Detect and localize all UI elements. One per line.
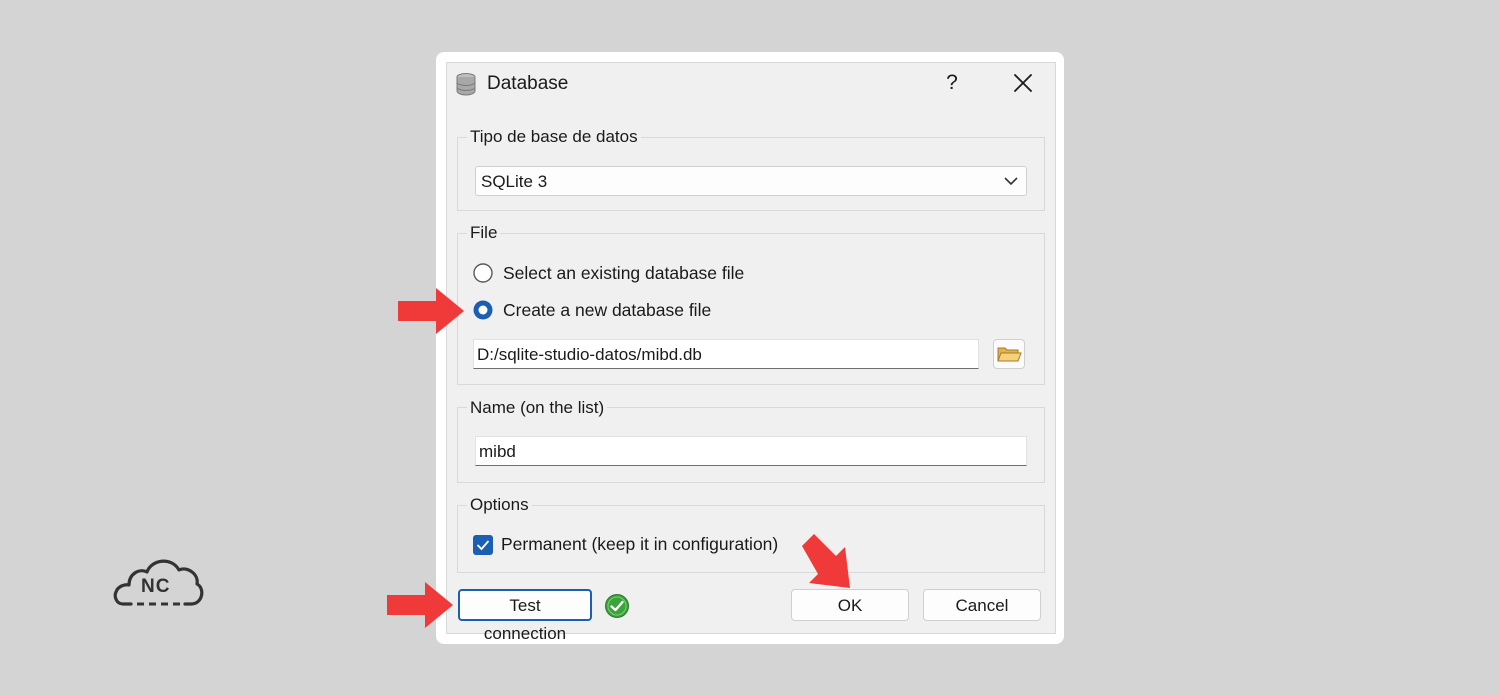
- database-dialog: Database ? Tipo de base de datos SQLite …: [446, 62, 1056, 643]
- permanent-label: Permanent (keep it in configuration): [501, 534, 779, 554]
- options-group-label: Options: [467, 495, 532, 515]
- database-icon: [456, 73, 476, 96]
- radio-checked-icon: [473, 300, 493, 320]
- name-group-label: Name (on the list): [467, 398, 608, 418]
- annotation-arrow-down-right: [802, 534, 850, 588]
- radio-unchecked-icon: [473, 263, 493, 283]
- title-bar: Database ?: [447, 63, 1055, 105]
- permanent-checkbox[interactable]: Permanent (keep it in configuration): [473, 533, 803, 559]
- radio-existing-file[interactable]: Select an existing database file: [473, 261, 803, 287]
- db-type-value: SQLite 3: [481, 172, 548, 191]
- help-button[interactable]: ?: [943, 69, 961, 97]
- file-group-label: File: [467, 223, 501, 243]
- name-value: mibd: [479, 442, 516, 461]
- file-path-input[interactable]: D:/sqlite-studio-datos/mibd.db: [473, 339, 979, 369]
- annotation-arrow-right: [398, 288, 464, 334]
- test-connection-button[interactable]: Test connection: [458, 589, 592, 643]
- radio-new-file[interactable]: Create a new database file: [473, 298, 803, 324]
- db-type-group-label: Tipo de base de datos: [467, 127, 641, 147]
- window-title: Database: [487, 73, 569, 94]
- checkmark-icon: [476, 540, 490, 551]
- logo-text: NC: [141, 576, 171, 597]
- checkbox-checked: [473, 535, 493, 555]
- folder-icon: [997, 347, 1022, 362]
- name-input[interactable]: mibd: [475, 436, 1027, 466]
- browse-folder-button[interactable]: [993, 339, 1025, 369]
- success-check-icon: [605, 594, 629, 618]
- cancel-button[interactable]: Cancel: [923, 589, 1041, 621]
- file-path-value: D:/sqlite-studio-datos/mibd.db: [477, 345, 702, 364]
- radio-existing-label: Select an existing database file: [503, 263, 745, 283]
- radio-new-label: Create a new database file: [503, 300, 712, 320]
- close-icon: [1014, 74, 1032, 92]
- nc-cloud-logo: NC: [113, 552, 205, 612]
- close-button[interactable]: [1009, 69, 1037, 97]
- annotation-arrow-right: [387, 582, 453, 628]
- db-type-select[interactable]: SQLite 3: [475, 166, 1027, 196]
- chevron-down-icon: [1004, 177, 1018, 186]
